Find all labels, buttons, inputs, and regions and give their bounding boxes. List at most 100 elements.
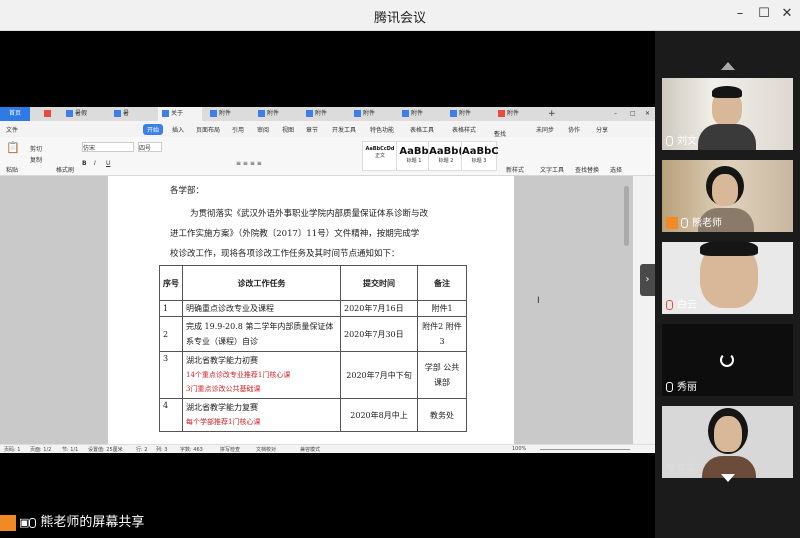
tab-doc-9[interactable]: 附件 [494,107,538,121]
doc-para-2: 进工作实施方案》（外院教〔2017〕11号）文件精神，按期完成学 [170,229,420,239]
doc-icon [66,110,73,117]
participant-face [714,416,742,452]
menu-section[interactable]: 章节 [306,125,318,134]
mic-icon [29,517,37,528]
menu-view[interactable]: 视图 [282,125,294,134]
table-row: 4 湖北省教学能力复赛 每个学部推荐1门核心课 2020年8月中上 教务处 [159,398,467,432]
mic-muted-icon [666,300,673,310]
shared-wps-window[interactable]: 首页 暑假 暑 关于 附件 附件 附件 附件 附件 附件 附件 + – □ ✕ … [0,107,655,453]
zoom-slider[interactable] [540,449,630,450]
collapse-panel-button[interactable]: › [640,264,655,296]
tab-doc-active[interactable]: 关于 [158,107,202,121]
doc-para-3: 校诊改工作，现将各项诊改工作任务及其时间节点通知如下： [170,249,400,259]
screen-share-label: ▣ 熊老师的屏幕共享 [0,511,144,533]
doc-icon [450,110,457,117]
tab-doc-4[interactable]: 附件 [254,107,298,121]
paste-icon[interactable]: 📋 [6,141,20,154]
wps-logo-icon [44,110,51,117]
font-select[interactable]: 仿宋 [82,142,134,152]
close-icon[interactable]: ✕ [779,6,795,21]
maximize-icon[interactable]: ☐ [756,6,772,21]
tab-doc-1[interactable]: 暑假 [62,107,106,121]
task-table: 序号 诊改工作任务 提交时间 备注 1 明确重点诊改专业及课程 2020年7月1… [159,265,467,432]
zoom-level: 100% [512,446,527,452]
status-setting: 设置值: 25厘米 [88,447,123,453]
scroll-down-icon[interactable] [721,474,735,482]
style-normal[interactable]: AaBbCcDd 正文 [362,141,398,171]
menu-unsynced[interactable]: 未同步 [536,125,554,134]
menu-table-style[interactable]: 表格样式 [452,125,476,134]
status-pages: 页面: 1/2 [30,447,52,453]
doc-icon [306,110,313,117]
pdf-icon [498,110,505,117]
doc-tab-bar: 首页 暑假 暑 关于 附件 附件 附件 附件 附件 附件 附件 + – □ ✕ [0,107,655,121]
participant-tile[interactable]: 熊老师 [662,160,793,232]
menu-home[interactable]: 开始 [143,124,164,135]
participant-tile[interactable]: 白云 [662,242,793,314]
status-col: 列: 3 [156,447,168,453]
doc-greeting: 各学部： [170,186,205,196]
scroll-up-icon[interactable] [721,62,735,70]
doc-icon [162,110,169,117]
paste-button[interactable]: 粘贴 [6,165,18,174]
status-compat: 兼容模式 [300,447,321,453]
table-header: 备注 [417,265,467,301]
tab-doc-7[interactable]: 附件 [398,107,442,121]
mic-icon [666,382,673,392]
status-page-num: 页码: 1 [4,447,21,453]
menu-share[interactable]: 分享 [596,125,608,134]
document-page[interactable]: 各学部： 为贯彻落实《武汉外语外事职业学院内部质量保证体系诊断与改 进工作实施方… [108,176,514,444]
cut-button[interactable]: 剪切 [30,144,42,153]
maximize-icon[interactable]: □ [626,107,640,121]
new-tab-icon[interactable]: + [544,107,558,121]
menu-file[interactable]: 文件 [6,125,18,134]
doc-icon [354,110,361,117]
menu-special[interactable]: 特色功能 [370,125,394,134]
participant-face [712,174,738,206]
right-tool-panel [633,176,655,444]
align-icons[interactable]: ≡ ≡ ≡ ≡ [236,160,262,167]
doc-check-button[interactable]: 文档校对 [256,446,276,453]
ribbon-toolbar: 📋 粘贴 剪切 复制 格式刷 仿宋 四号 B I U ≡ ≡ ≡ ≡ AaBbC… [0,137,655,176]
menu-dev[interactable]: 开发工具 [332,125,356,134]
table-header: 序号 [159,265,183,301]
underline-button[interactable]: U [106,160,110,167]
minimize-icon[interactable]: – [732,6,748,21]
copy-button[interactable]: 复制 [30,155,42,164]
status-words: 字数: 463 [180,447,203,453]
size-select[interactable]: 四号 [138,142,162,152]
new-style-button[interactable]: 新样式 [506,165,524,174]
find-replace-button[interactable]: 查找替换 [575,165,599,174]
spell-check-button[interactable]: 拼写检查 [220,446,240,453]
status-section: 节: 1/1 [62,447,79,453]
tab-doc-5[interactable]: 附件 [302,107,346,121]
tab-doc-6[interactable]: 附件 [350,107,394,121]
menu-review[interactable]: 审阅 [257,125,269,134]
vertical-scrollbar[interactable] [624,186,629,246]
bold-button[interactable]: B [82,160,87,167]
tab-wps[interactable] [40,107,58,121]
screen-share-icon: ▣ [19,516,30,529]
minimize-icon[interactable]: – [610,107,624,121]
tab-doc-2[interactable]: 暑 [110,107,154,121]
menu-collab[interactable]: 协作 [568,125,580,134]
select-button[interactable]: 选择 [610,165,622,174]
tab-doc-8[interactable]: 附件 [446,107,490,121]
menu-insert[interactable]: 插入 [172,125,184,134]
tab-home[interactable]: 首页 [0,107,30,121]
format-painter-button[interactable]: 格式刷 [56,165,74,174]
style-heading-3[interactable]: AaBbC 标题 3 [461,141,499,171]
tab-doc-3[interactable]: 附件 [206,107,250,121]
table-header: 诊改工作任务 [182,265,341,301]
style-heading-1[interactable]: AaBb 标题 1 [396,141,432,171]
menu-reference[interactable]: 引用 [232,125,244,134]
italic-button[interactable]: I [94,160,96,167]
doc-icon [114,110,121,117]
menu-table-tools[interactable]: 表格工具 [410,125,434,134]
style-heading-2[interactable]: AaBb(标题 2 [428,141,464,171]
participant-tile[interactable]: 刘文 [662,78,793,150]
text-tools-button[interactable]: 文字工具 [540,165,564,174]
close-icon[interactable]: ✕ [641,107,655,121]
participant-tile[interactable]: 李育英 [662,406,793,478]
menu-layout[interactable]: 页面布局 [196,125,220,134]
